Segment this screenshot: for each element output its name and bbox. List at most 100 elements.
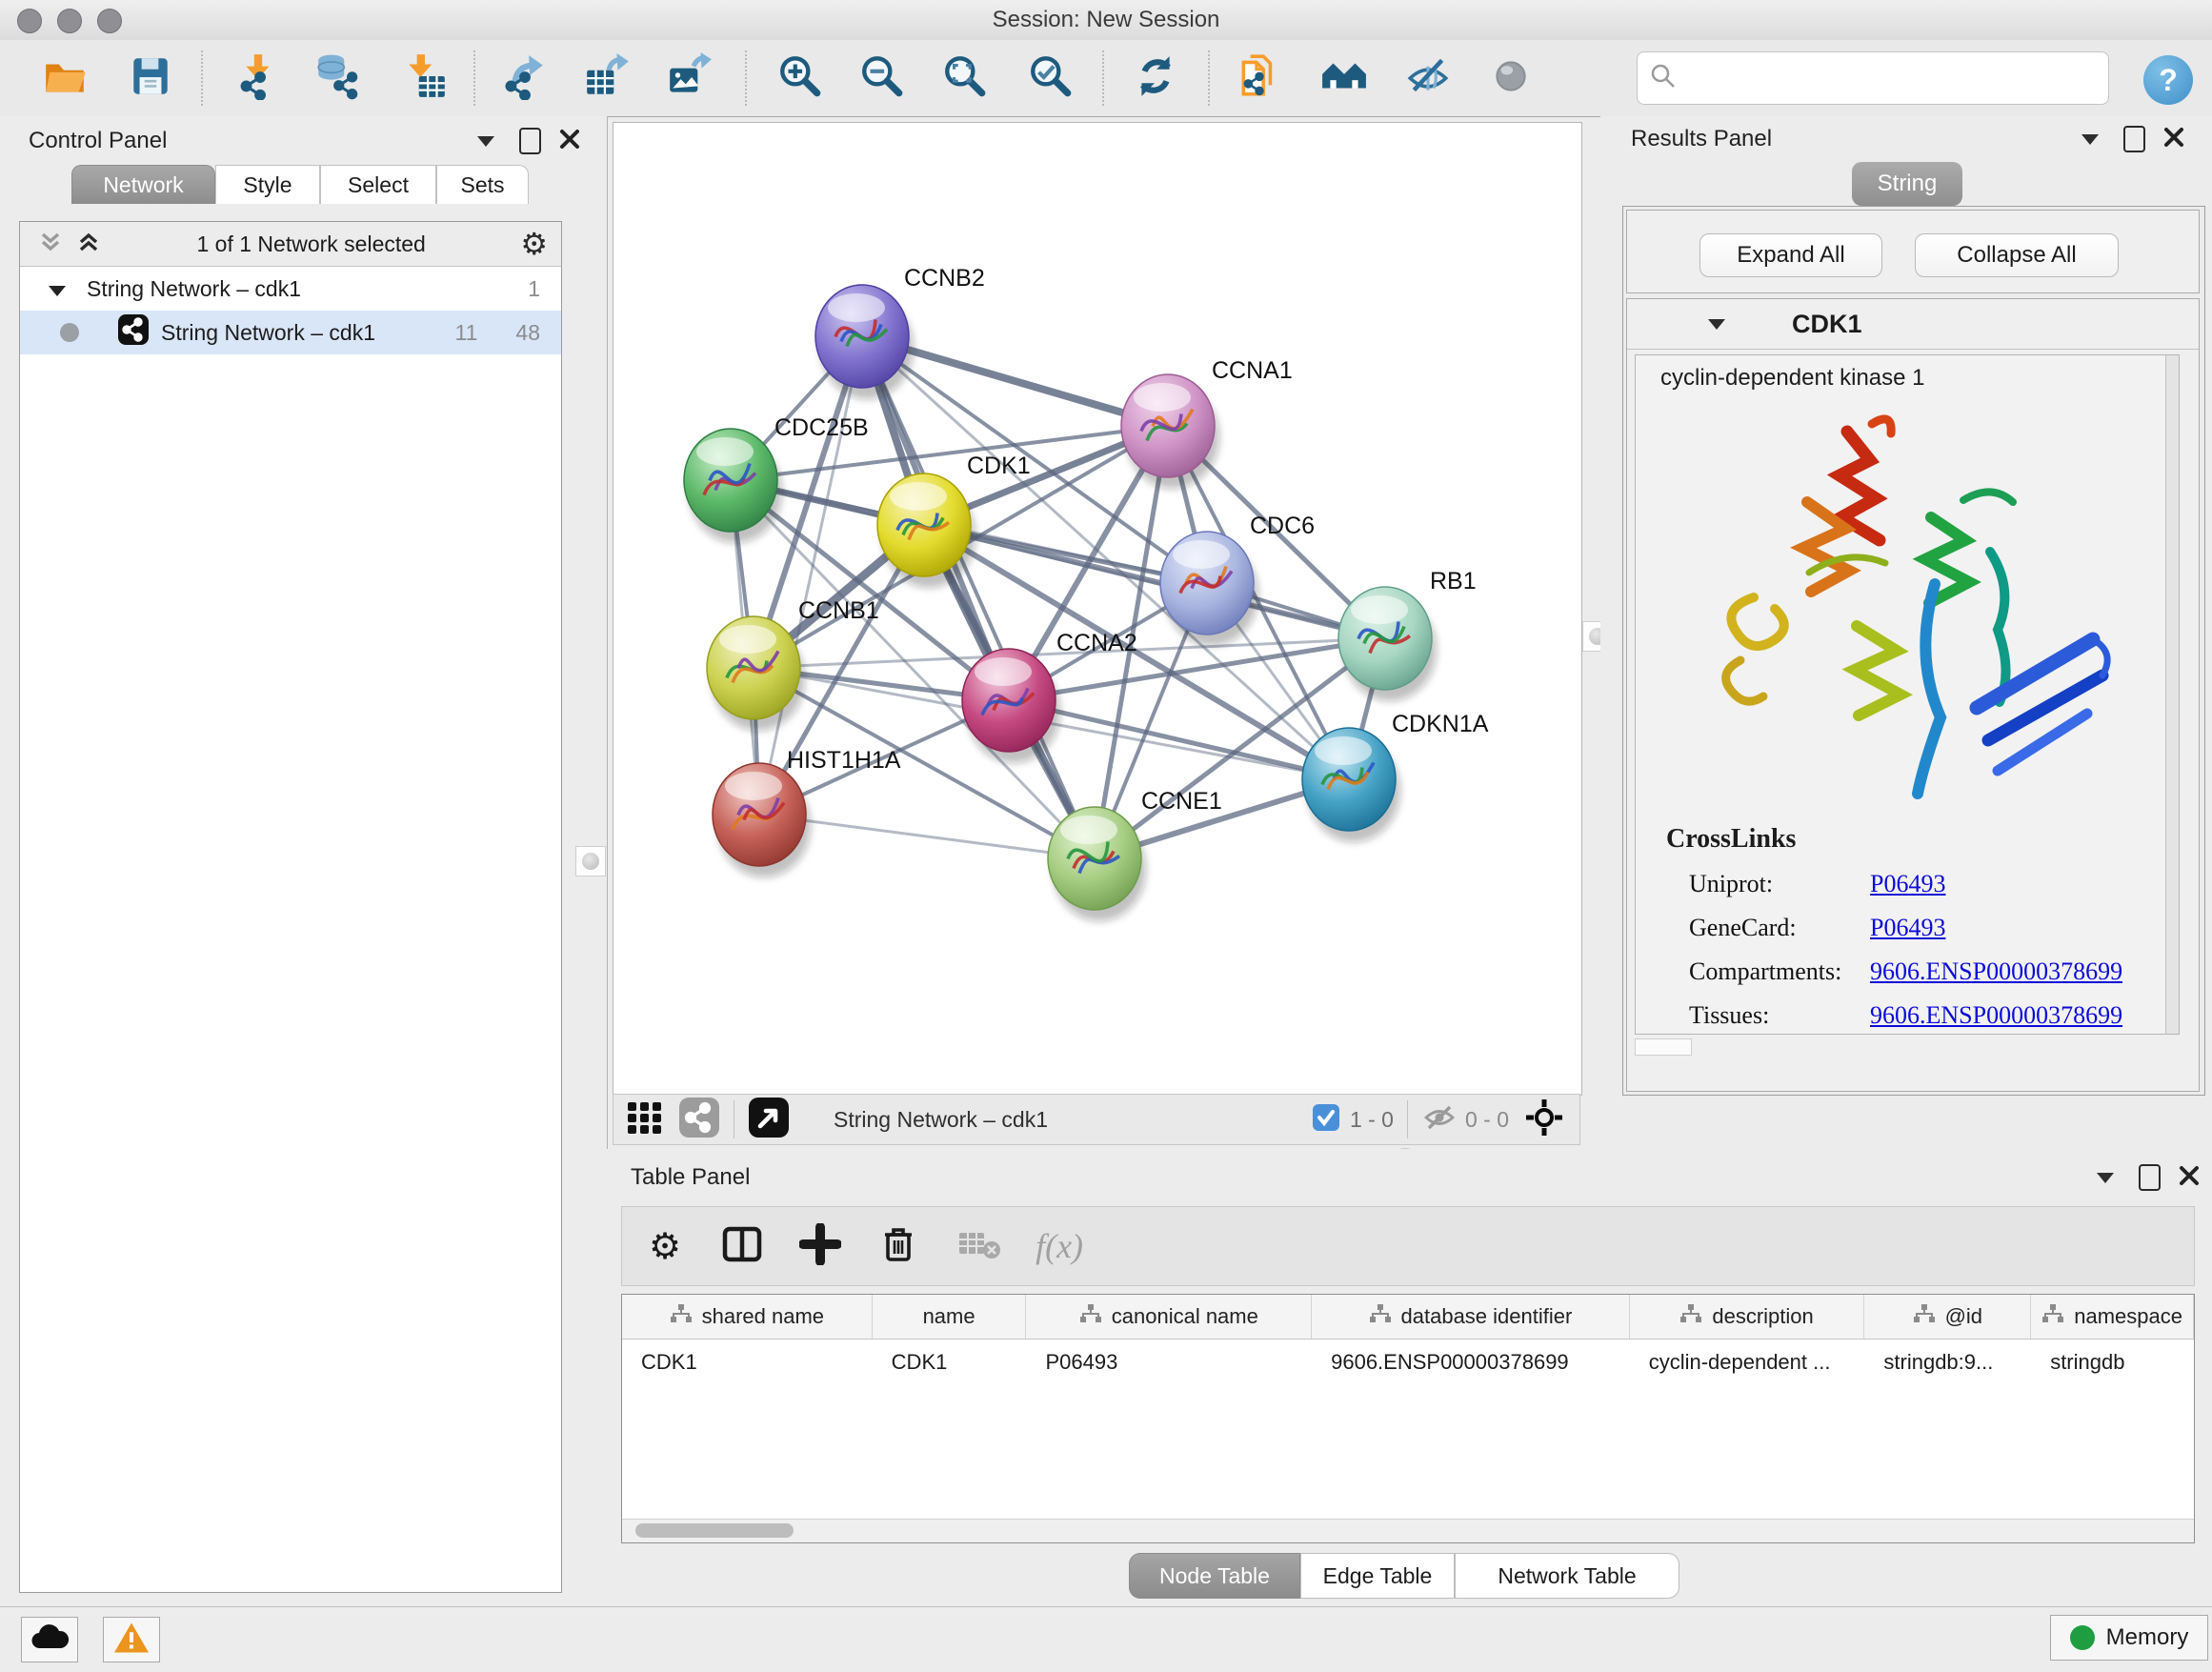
crosslink-link[interactable]: 9606.ENSP00000378699 (1870, 1001, 2122, 1030)
network-canvas[interactable]: CCNB2 CCNA1 CDC25B CDK1 CDC6 RB1 CCNB1 C… (613, 122, 1582, 1096)
tab-select[interactable]: Select (320, 165, 436, 204)
node-result-header[interactable]: CDK1 (1627, 299, 2199, 350)
gear-icon[interactable]: ⚙ (520, 226, 548, 262)
two-houses-button[interactable] (1317, 50, 1372, 107)
show-columns-icon[interactable] (721, 1223, 763, 1270)
open-session-button[interactable] (37, 50, 92, 107)
column-header--id[interactable]: @id (1864, 1295, 2031, 1339)
import-table-button[interactable] (397, 50, 452, 107)
network-row[interactable]: String Network – cdk1 11 48 (20, 311, 561, 354)
table-cell[interactable]: P06493 (1026, 1340, 1312, 1385)
table-panel-collapse-icon[interactable] (2097, 1173, 2114, 1183)
table-panel-close-icon[interactable] (2178, 1164, 2201, 1192)
expand-all-button[interactable]: Expand All (1699, 233, 1882, 277)
results-horizontal-scrollbar-thumb[interactable] (1635, 1038, 1692, 1056)
results-panel-float-icon[interactable] (2123, 126, 2145, 152)
destroy-crosshair-icon[interactable] (1524, 1098, 1564, 1142)
warning-button[interactable] (103, 1617, 160, 1662)
column-header-namespace[interactable]: namespace (2031, 1295, 2194, 1339)
search-input[interactable] (1678, 65, 2081, 91)
graphics-details-button[interactable] (1400, 50, 1456, 107)
grid-view-icon[interactable] (625, 1098, 665, 1142)
tab-edge-table[interactable]: Edge Table (1300, 1553, 1455, 1599)
results-tab-string[interactable]: String (1852, 162, 1962, 206)
table-cell[interactable]: stringdb (2031, 1340, 2194, 1385)
crosslink-link[interactable]: P06493 (1870, 870, 1945, 898)
tab-sets[interactable]: Sets (436, 165, 529, 204)
table-panel-float-icon[interactable] (2139, 1164, 2161, 1191)
table-scrollbar-thumb[interactable] (635, 1523, 794, 1538)
function-builder-icon[interactable]: f(x) (1036, 1226, 1083, 1266)
network-share-icon[interactable] (678, 1097, 720, 1143)
export-network-button[interactable] (497, 50, 553, 107)
tab-network-table[interactable]: Network Table (1455, 1553, 1679, 1599)
table-cell[interactable]: 9606.ENSP00000378699 (1312, 1340, 1630, 1385)
zoom-selected-button[interactable] (1023, 50, 1078, 107)
results-vertical-scrollbar[interactable] (2165, 355, 2179, 1035)
table-cell[interactable]: CDK1 (873, 1340, 1027, 1385)
results-panel-collapse-icon[interactable] (2081, 134, 2099, 145)
tab-network[interactable]: Network (71, 165, 215, 204)
export-image-button[interactable] (662, 50, 717, 107)
column-header-database-identifier[interactable]: database identifier (1312, 1295, 1630, 1339)
collapse-all-button[interactable]: Collapse All (1915, 233, 2119, 277)
node-RB1[interactable]: RB1 (1338, 568, 1477, 690)
table-cell[interactable]: cyclin-dependent ... (1630, 1340, 1865, 1385)
selected-checkbox-icon[interactable] (1312, 1103, 1340, 1137)
column-header-shared-name[interactable]: shared name (622, 1295, 873, 1339)
add-column-icon[interactable] (799, 1223, 841, 1270)
zoom-in-button[interactable] (773, 50, 828, 107)
edge-CDK1-RB1[interactable] (924, 525, 1385, 638)
node-label-CDC6: CDC6 (1250, 513, 1315, 539)
table-horizontal-scrollbar[interactable] (622, 1519, 2194, 1542)
share-document-button[interactable] (1232, 50, 1287, 107)
tab-node-table[interactable]: Node Table (1129, 1553, 1300, 1599)
edge-CCNB2-CCNE1[interactable] (862, 336, 1095, 858)
table-cell[interactable]: CDK1 (622, 1340, 873, 1385)
import-network-database-button[interactable] (310, 50, 365, 107)
memory-button[interactable]: Memory (2050, 1615, 2208, 1661)
column-header-canonical-name[interactable]: canonical name (1026, 1295, 1312, 1339)
help-button[interactable]: ? (2143, 55, 2193, 105)
export-table-button[interactable] (579, 50, 634, 107)
table-settings-gear-icon[interactable]: ⚙ (649, 1225, 681, 1268)
zoom-out-button[interactable] (855, 50, 910, 107)
zoom-fit-button[interactable] (937, 50, 993, 107)
delete-table-icon[interactable] (957, 1225, 1001, 1268)
table-cell[interactable]: stringdb:9... (1864, 1340, 2031, 1385)
birdseye-view-icon[interactable] (748, 1097, 790, 1143)
column-header-description[interactable]: description (1630, 1295, 1865, 1339)
window-zoom-button[interactable] (97, 9, 122, 33)
control-panel-collapse-icon[interactable] (477, 136, 494, 147)
network-view-title: String Network – cdk1 (834, 1107, 1048, 1133)
window-minimize-button[interactable] (57, 9, 82, 33)
node-CDK1[interactable]: CDK1 (877, 453, 1031, 576)
results-panel-close-icon[interactable] (2162, 126, 2185, 153)
refresh-view-button[interactable] (1128, 50, 1183, 107)
node-result-body: cyclin-dependent kinase 1 (1635, 354, 2180, 1035)
column-header-name[interactable]: name (873, 1295, 1027, 1339)
network-collection-row[interactable]: String Network – cdk1 1 (20, 267, 561, 311)
collapse-all-icon[interactable] (37, 229, 64, 260)
tree-expand-icon[interactable] (49, 276, 66, 302)
save-session-button[interactable] (123, 50, 178, 107)
hidden-eye-icon[interactable] (1421, 1099, 1458, 1140)
table-header-row: shared namenamecanonical namedatabase id… (622, 1295, 2194, 1340)
left-splitter-grip[interactable] (575, 846, 606, 876)
gray-eye-button[interactable] (1483, 50, 1538, 107)
tab-style[interactable]: Style (215, 165, 320, 204)
crosslink-link[interactable]: 9606.ENSP00000378699 (1870, 957, 2122, 986)
delete-column-trash-icon[interactable] (877, 1223, 919, 1270)
control-panel-close-icon[interactable] (558, 128, 581, 155)
cloud-button[interactable] (21, 1617, 78, 1662)
node-result-collapse-icon[interactable] (1708, 319, 1725, 330)
window-close-button[interactable] (17, 9, 42, 33)
table-row[interactable]: CDK1CDK1P064939606.ENSP00000378699cyclin… (622, 1340, 2194, 1385)
crosslink-link[interactable]: P06493 (1870, 914, 1945, 942)
import-network-file-button[interactable] (231, 50, 286, 107)
export-table-icon (583, 52, 631, 105)
edge-CCNB2-HIST1H1A[interactable] (759, 336, 862, 815)
expand-all-icon[interactable] (75, 229, 102, 260)
control-panel-float-icon[interactable] (519, 128, 541, 154)
folder-open-icon (41, 52, 89, 105)
